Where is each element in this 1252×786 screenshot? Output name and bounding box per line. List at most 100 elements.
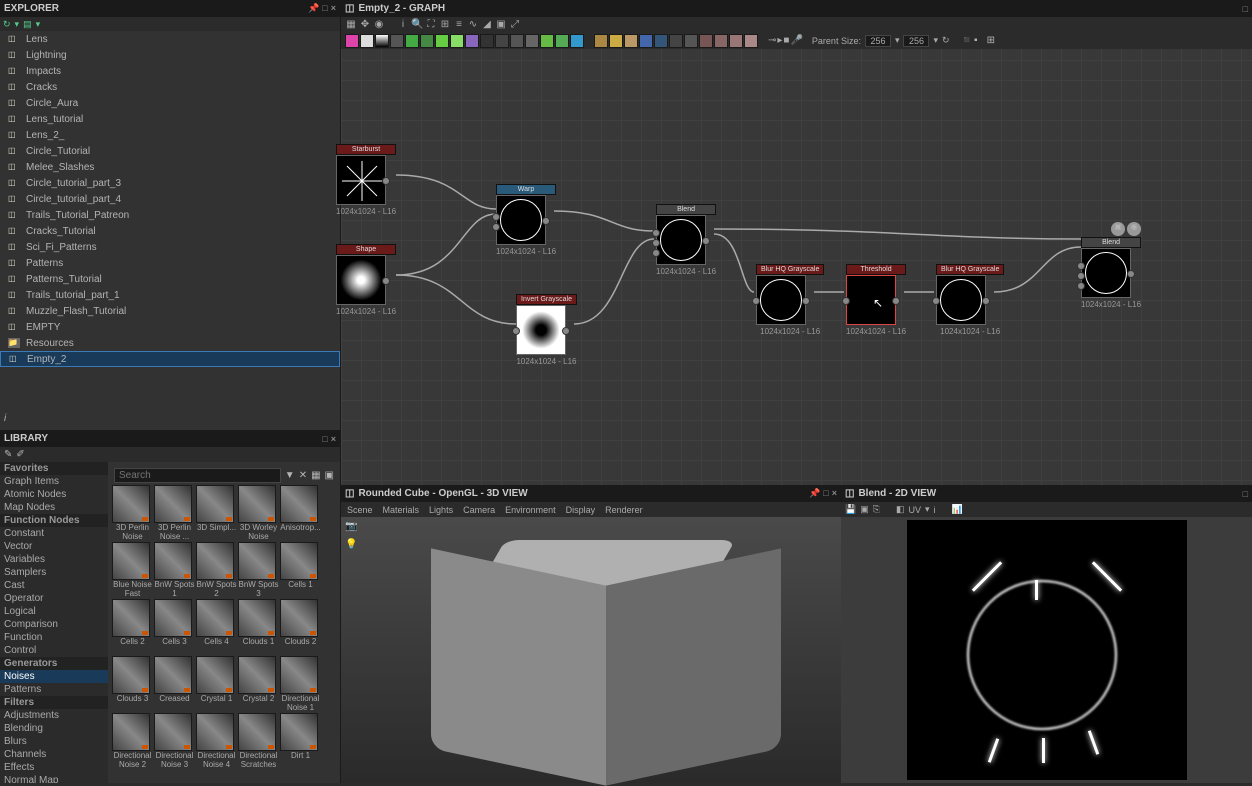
explorer-item[interactable]: ◫Lightning — [0, 47, 340, 63]
library-thumb[interactable]: Dirt 1 — [280, 713, 321, 769]
atomic-bitmap-icon[interactable] — [570, 34, 584, 48]
copy-icon[interactable]: ⎘ — [873, 504, 880, 515]
clear-icon[interactable]: ✕ — [299, 470, 307, 481]
maximize-icon[interactable]: □ — [322, 434, 327, 444]
atomic-shuffle-icon[interactable] — [390, 34, 404, 48]
atomic-blur-icon[interactable] — [450, 34, 464, 48]
dropdown-icon[interactable]: ▾ — [925, 504, 930, 515]
extra2-icon[interactable]: ▪ — [974, 35, 978, 46]
atomic-fx2-icon[interactable] — [714, 34, 728, 48]
node-blend-1[interactable]: Blend 1024x1024 - L16 — [656, 204, 716, 276]
explorer-item[interactable]: ◫Circle_Tutorial — [0, 143, 340, 159]
atomic-normal-icon[interactable] — [495, 34, 509, 48]
pin-icon[interactable]: 📌 — [308, 3, 319, 14]
output-badge-icon[interactable]: ▣ — [1111, 222, 1125, 236]
library-thumb[interactable]: Directional Noise 3 — [154, 713, 195, 769]
atomic-hsl-icon[interactable] — [525, 34, 539, 48]
extra3-icon[interactable]: ⊞ — [987, 35, 995, 46]
folder-icon[interactable]: ▤ — [23, 19, 32, 30]
library-thumb[interactable]: Directional Noise 2 — [112, 713, 153, 769]
library-thumb[interactable]: Directional Scratches — [238, 713, 279, 769]
tool-drag-icon[interactable]: ✥ — [359, 19, 371, 31]
library-thumb[interactable]: Cells 2 — [112, 599, 153, 655]
search-input[interactable] — [114, 468, 281, 483]
library-thumb[interactable]: Directional Noise 1 — [280, 656, 321, 712]
tool-info-icon[interactable]: i — [397, 19, 409, 31]
maximize-icon[interactable]: □ — [1243, 4, 1248, 14]
timing3-icon[interactable]: ■ — [783, 35, 789, 46]
grid-view-icon[interactable]: ▣ — [325, 470, 334, 481]
library-category[interactable]: Channels — [0, 748, 108, 761]
library-thumb[interactable]: Creased — [154, 656, 195, 712]
view3d-menu-item[interactable]: Lights — [429, 505, 453, 515]
edit-icon[interactable]: ✎ — [4, 449, 12, 460]
histogram-icon[interactable]: 📊 — [952, 504, 963, 515]
atomic-text-icon[interactable] — [609, 34, 623, 48]
node-blur-hq-1[interactable]: Blur HQ Grayscale 1024x1024 - L16 — [756, 264, 824, 336]
library-category[interactable]: Noises — [0, 670, 108, 683]
camera-icon[interactable]: 📷 — [345, 521, 359, 535]
node-shape[interactable]: Shape 1024x1024 - L16 — [336, 244, 396, 316]
explorer-item[interactable]: ◫Lens_2_ — [0, 127, 340, 143]
library-category[interactable]: Normal Map — [0, 774, 108, 783]
library-category[interactable]: Map Nodes — [0, 501, 108, 514]
close-icon[interactable]: × — [331, 434, 336, 444]
atomic-tile-icon[interactable] — [684, 34, 698, 48]
atomic-uniform-icon[interactable] — [345, 34, 359, 48]
refresh-icon[interactable]: ↻ — [3, 19, 11, 30]
library-category[interactable]: Blending — [0, 722, 108, 735]
audio-icon[interactable]: 🎤 — [790, 35, 802, 46]
atomic-splatter-icon[interactable] — [669, 34, 683, 48]
atomic-pixel-icon[interactable] — [639, 34, 653, 48]
library-category[interactable]: Atomic Nodes — [0, 488, 108, 501]
view3d-menu-item[interactable]: Camera — [463, 505, 495, 515]
explorer-item[interactable]: ◫Empty_2 — [0, 351, 340, 367]
library-category[interactable]: Function — [0, 631, 108, 644]
timing2-icon[interactable]: ▸ — [777, 35, 782, 46]
library-thumb[interactable]: Anisotrop... — [280, 485, 321, 541]
library-thumb[interactable]: 3D Perlin Noise ... — [154, 485, 195, 541]
tool-align-icon[interactable]: ≡ — [453, 19, 465, 31]
library-thumb[interactable]: Clouds 2 — [280, 599, 321, 655]
node-blend-2[interactable]: ▣ ◉ Blend 1024x1024 - L16 — [1081, 222, 1141, 309]
library-thumb[interactable]: Crystal 2 — [238, 656, 279, 712]
atomic-grayscale-icon[interactable] — [510, 34, 524, 48]
collapse-icon[interactable]: ▾ — [36, 19, 41, 30]
node-threshold[interactable]: Threshold ↖ 1024x1024 - L16 — [846, 264, 906, 336]
library-thumb[interactable]: Cells 3 — [154, 599, 195, 655]
library-category[interactable]: Control — [0, 644, 108, 657]
library-thumb[interactable]: Cells 1 — [280, 542, 321, 598]
node-starburst[interactable]: Starburst 1024x1024 - L16 — [336, 144, 396, 216]
timing-icon[interactable]: ⊸ — [768, 35, 776, 46]
library-thumb[interactable]: Cells 4 — [196, 599, 237, 655]
library-category[interactable]: Samplers — [0, 566, 108, 579]
tool-select-icon[interactable]: ▦ — [345, 19, 357, 31]
explorer-item[interactable]: 📁Resources — [0, 335, 340, 351]
view3d-viewport[interactable]: 📷 💡 — [341, 517, 841, 783]
explorer-item[interactable]: ◫Trails_tutorial_part_1 — [0, 287, 340, 303]
explorer-item[interactable]: ◫Circle_tutorial_part_4 — [0, 191, 340, 207]
atomic-distance-icon[interactable] — [555, 34, 569, 48]
save-icon[interactable]: 💾 — [845, 504, 856, 515]
library-category[interactable]: Graph Items — [0, 475, 108, 488]
atomic-vector-icon[interactable] — [654, 34, 668, 48]
atomic-curve-icon[interactable] — [405, 34, 419, 48]
pin-icon[interactable]: 📌 — [809, 488, 820, 499]
atomic-levels-icon[interactable] — [420, 34, 434, 48]
library-thumb[interactable]: BnW Spots 1 — [154, 542, 195, 598]
filter-icon[interactable]: ▼ — [285, 470, 295, 481]
library-category[interactable]: Cast — [0, 579, 108, 592]
output-badge2-icon[interactable]: ◉ — [1127, 222, 1141, 236]
parent-width-input[interactable] — [865, 35, 891, 47]
close-icon[interactable]: × — [331, 3, 336, 14]
atomic-svg-icon[interactable] — [594, 34, 608, 48]
atomic-fx4-icon[interactable] — [744, 34, 758, 48]
brush-icon[interactable]: ✐ — [16, 449, 24, 460]
graph-canvas[interactable]: Starburst 1024x1024 - L16 Shape 1024x102… — [341, 49, 1252, 485]
library-category[interactable]: Adjustments — [0, 709, 108, 722]
atomic-sharpen-icon[interactable] — [435, 34, 449, 48]
info-icon[interactable]: i — [934, 505, 936, 515]
tool-highlight-icon[interactable]: ◢ — [481, 19, 493, 31]
library-thumb[interactable]: 3D Simpl... — [196, 485, 237, 541]
node-invert-grayscale[interactable]: Invert Grayscale 1024x1024 - L16 — [516, 294, 577, 366]
